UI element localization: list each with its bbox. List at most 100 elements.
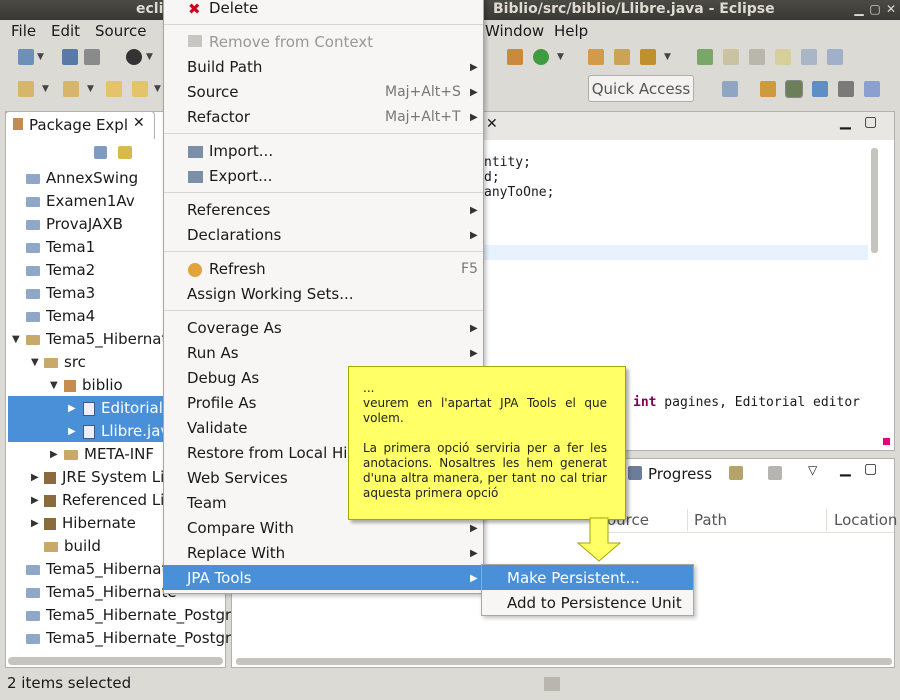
expand-arrow-icon[interactable]: ▶	[31, 495, 39, 506]
menu-item-references[interactable]: References	[187, 201, 270, 219]
vertical-scrollbar[interactable]	[871, 148, 878, 253]
menu-edit[interactable]: Edit	[51, 22, 80, 40]
menu-item-web-services[interactable]: Web Services	[187, 469, 288, 487]
chevron-down-icon[interactable]: ▼	[154, 84, 161, 94]
expand-arrow-icon[interactable]: ▶	[68, 426, 76, 437]
close-tab-icon[interactable]: ✕	[486, 116, 498, 132]
search-icon[interactable]	[640, 49, 656, 65]
tree-item-referenced-libraries[interactable]: Referenced Lib	[44, 491, 174, 509]
toggle-icon[interactable]	[775, 49, 791, 65]
tree-item-biblio[interactable]: biblio	[64, 376, 123, 394]
minimize-icon[interactable]: ▁	[852, 2, 866, 16]
quick-access-input[interactable]: Quick Access	[588, 75, 694, 102]
save-all-icon[interactable]	[84, 49, 100, 65]
menu-item-delete[interactable]: Delete	[209, 0, 258, 17]
column-header-location[interactable]: Location	[834, 511, 897, 529]
tab-progress[interactable]: Progress	[648, 465, 712, 483]
save-icon[interactable]	[62, 49, 78, 65]
tab-package-explorer[interactable]: Package Expl ✕	[5, 111, 155, 139]
user-icon[interactable]	[126, 49, 142, 65]
menu-item-replace-with[interactable]: Replace With	[187, 544, 285, 562]
maximize-view-icon[interactable]: ▢	[864, 461, 877, 477]
minimize-view-icon[interactable]: ▁	[840, 461, 851, 477]
next-annotation-icon[interactable]	[18, 81, 34, 97]
tree-item-build[interactable]: build	[44, 537, 101, 555]
horizontal-scrollbar[interactable]	[236, 658, 892, 665]
menu-item-run-as[interactable]: Run As	[187, 344, 239, 362]
tree-item-tema5-hibernate-postgre-2[interactable]: Tema5_Hibernate_Postgre	[26, 629, 240, 647]
jpa-perspective-icon[interactable]	[785, 80, 803, 98]
back-icon[interactable]	[132, 81, 148, 97]
tree-item-tema1[interactable]: Tema1	[26, 238, 95, 256]
menu-source[interactable]: Source	[95, 22, 147, 40]
menu-item-jpa-tools[interactable]: JPA Tools	[187, 569, 252, 587]
debug-perspective-icon[interactable]	[838, 81, 854, 97]
tree-item-tema5-hibernate[interactable]: Tema5_Hibernate	[26, 330, 177, 348]
expand-arrow-icon[interactable]: ▼	[31, 357, 39, 368]
tree-item-tema5-hibernate-2[interactable]: Tema5_Hibernate	[26, 560, 177, 578]
tree-item-src[interactable]: src	[44, 353, 86, 371]
menu-item-source[interactable]: Source	[187, 83, 239, 101]
menu-item-profile-as[interactable]: Profile As	[187, 394, 257, 412]
expand-arrow-icon[interactable]: ▼	[50, 380, 58, 391]
tree-item-tema4[interactable]: Tema4	[26, 307, 95, 325]
block-icon[interactable]	[801, 49, 817, 65]
tree-item-tema5-hibernate-3[interactable]: Tema5_Hibernate	[26, 583, 177, 601]
link-with-editor-icon[interactable]	[118, 146, 132, 159]
menu-item-export[interactable]: Export...	[209, 167, 272, 185]
menu-item-restore-from-local-history[interactable]: Restore from Local Hist	[187, 444, 361, 462]
menu-item-coverage-as[interactable]: Coverage As	[187, 319, 282, 337]
expand-arrow-icon[interactable]: ▶	[50, 449, 58, 460]
tree-item-provajaxb[interactable]: ProvaJAXB	[26, 215, 123, 233]
menu-item-make-persistent[interactable]: Make Persistent...	[507, 569, 640, 587]
menu-item-import[interactable]: Import...	[209, 142, 273, 160]
pencil-icon[interactable]	[723, 49, 739, 65]
tree-item-examen1av[interactable]: Examen1Av	[26, 192, 135, 210]
open-type-icon[interactable]	[588, 49, 604, 65]
chevron-down-icon[interactable]: ▼	[146, 52, 153, 62]
minimize-view-icon[interactable]: ▁	[840, 114, 851, 130]
menu-item-compare-with[interactable]: Compare With	[187, 519, 294, 537]
menu-item-build-path[interactable]: Build Path	[187, 58, 262, 76]
chevron-down-icon[interactable]: ▼	[37, 52, 44, 62]
menu-file[interactable]: File	[11, 22, 36, 40]
maximize-icon[interactable]: ▢	[868, 2, 882, 16]
menu-item-refresh[interactable]: Refresh	[209, 260, 266, 278]
tree-item-annexswing[interactable]: AnnexSwing	[26, 169, 138, 187]
menu-item-team[interactable]: Team	[187, 494, 227, 512]
tree-item-tema3[interactable]: Tema3	[26, 284, 95, 302]
last-edit-icon[interactable]	[106, 81, 122, 97]
menu-item-declarations[interactable]: Declarations	[187, 226, 281, 244]
tree-item-llibre[interactable]: Llibre.jav	[83, 422, 169, 440]
tree-item-hibernate[interactable]: Hibernate	[44, 514, 136, 532]
expand-arrow-icon[interactable]: ▼	[12, 334, 20, 345]
run-icon[interactable]	[533, 49, 549, 65]
chevron-down-icon[interactable]: ▼	[42, 84, 49, 94]
close-icon[interactable]: ✕	[884, 2, 898, 16]
tree-item-tema5-hibernate-postgre-1[interactable]: Tema5_Hibernate_Postgre	[26, 606, 240, 624]
close-tab-icon[interactable]: ✕	[133, 115, 145, 131]
tree-item-meta-inf[interactable]: META-INF	[64, 445, 154, 463]
menu-item-debug-as[interactable]: Debug As	[187, 369, 259, 387]
maximize-view-icon[interactable]: ▢	[864, 114, 877, 130]
menu-item-add-to-persistence-unit[interactable]: Add to Persistence Unit	[507, 594, 682, 612]
format-icon[interactable]	[749, 49, 765, 65]
open-perspective-icon[interactable]	[722, 81, 738, 97]
package-icon[interactable]	[507, 49, 523, 65]
prev-annotation-icon[interactable]	[63, 81, 79, 97]
chevron-down-icon[interactable]: ▼	[87, 84, 94, 94]
java-perspective-icon[interactable]	[812, 81, 828, 97]
paragraph-icon[interactable]	[827, 49, 843, 65]
open-folder-icon[interactable]	[614, 49, 630, 65]
new-icon[interactable]	[18, 49, 34, 65]
expand-arrow-icon[interactable]: ▶	[31, 472, 39, 483]
tree-item-tema2[interactable]: Tema2	[26, 261, 95, 279]
tree-item-jre-system-library[interactable]: JRE System Lib	[44, 468, 174, 486]
sync-icon[interactable]	[729, 466, 743, 480]
team-perspective-icon[interactable]	[864, 81, 880, 97]
menu-item-assign-working-sets[interactable]: Assign Working Sets...	[187, 285, 354, 303]
annotation-icon[interactable]	[697, 49, 713, 65]
menu-item-validate[interactable]: Validate	[187, 419, 247, 437]
menu-window[interactable]: Window	[485, 22, 544, 40]
chevron-down-icon[interactable]: ▼	[664, 52, 671, 62]
